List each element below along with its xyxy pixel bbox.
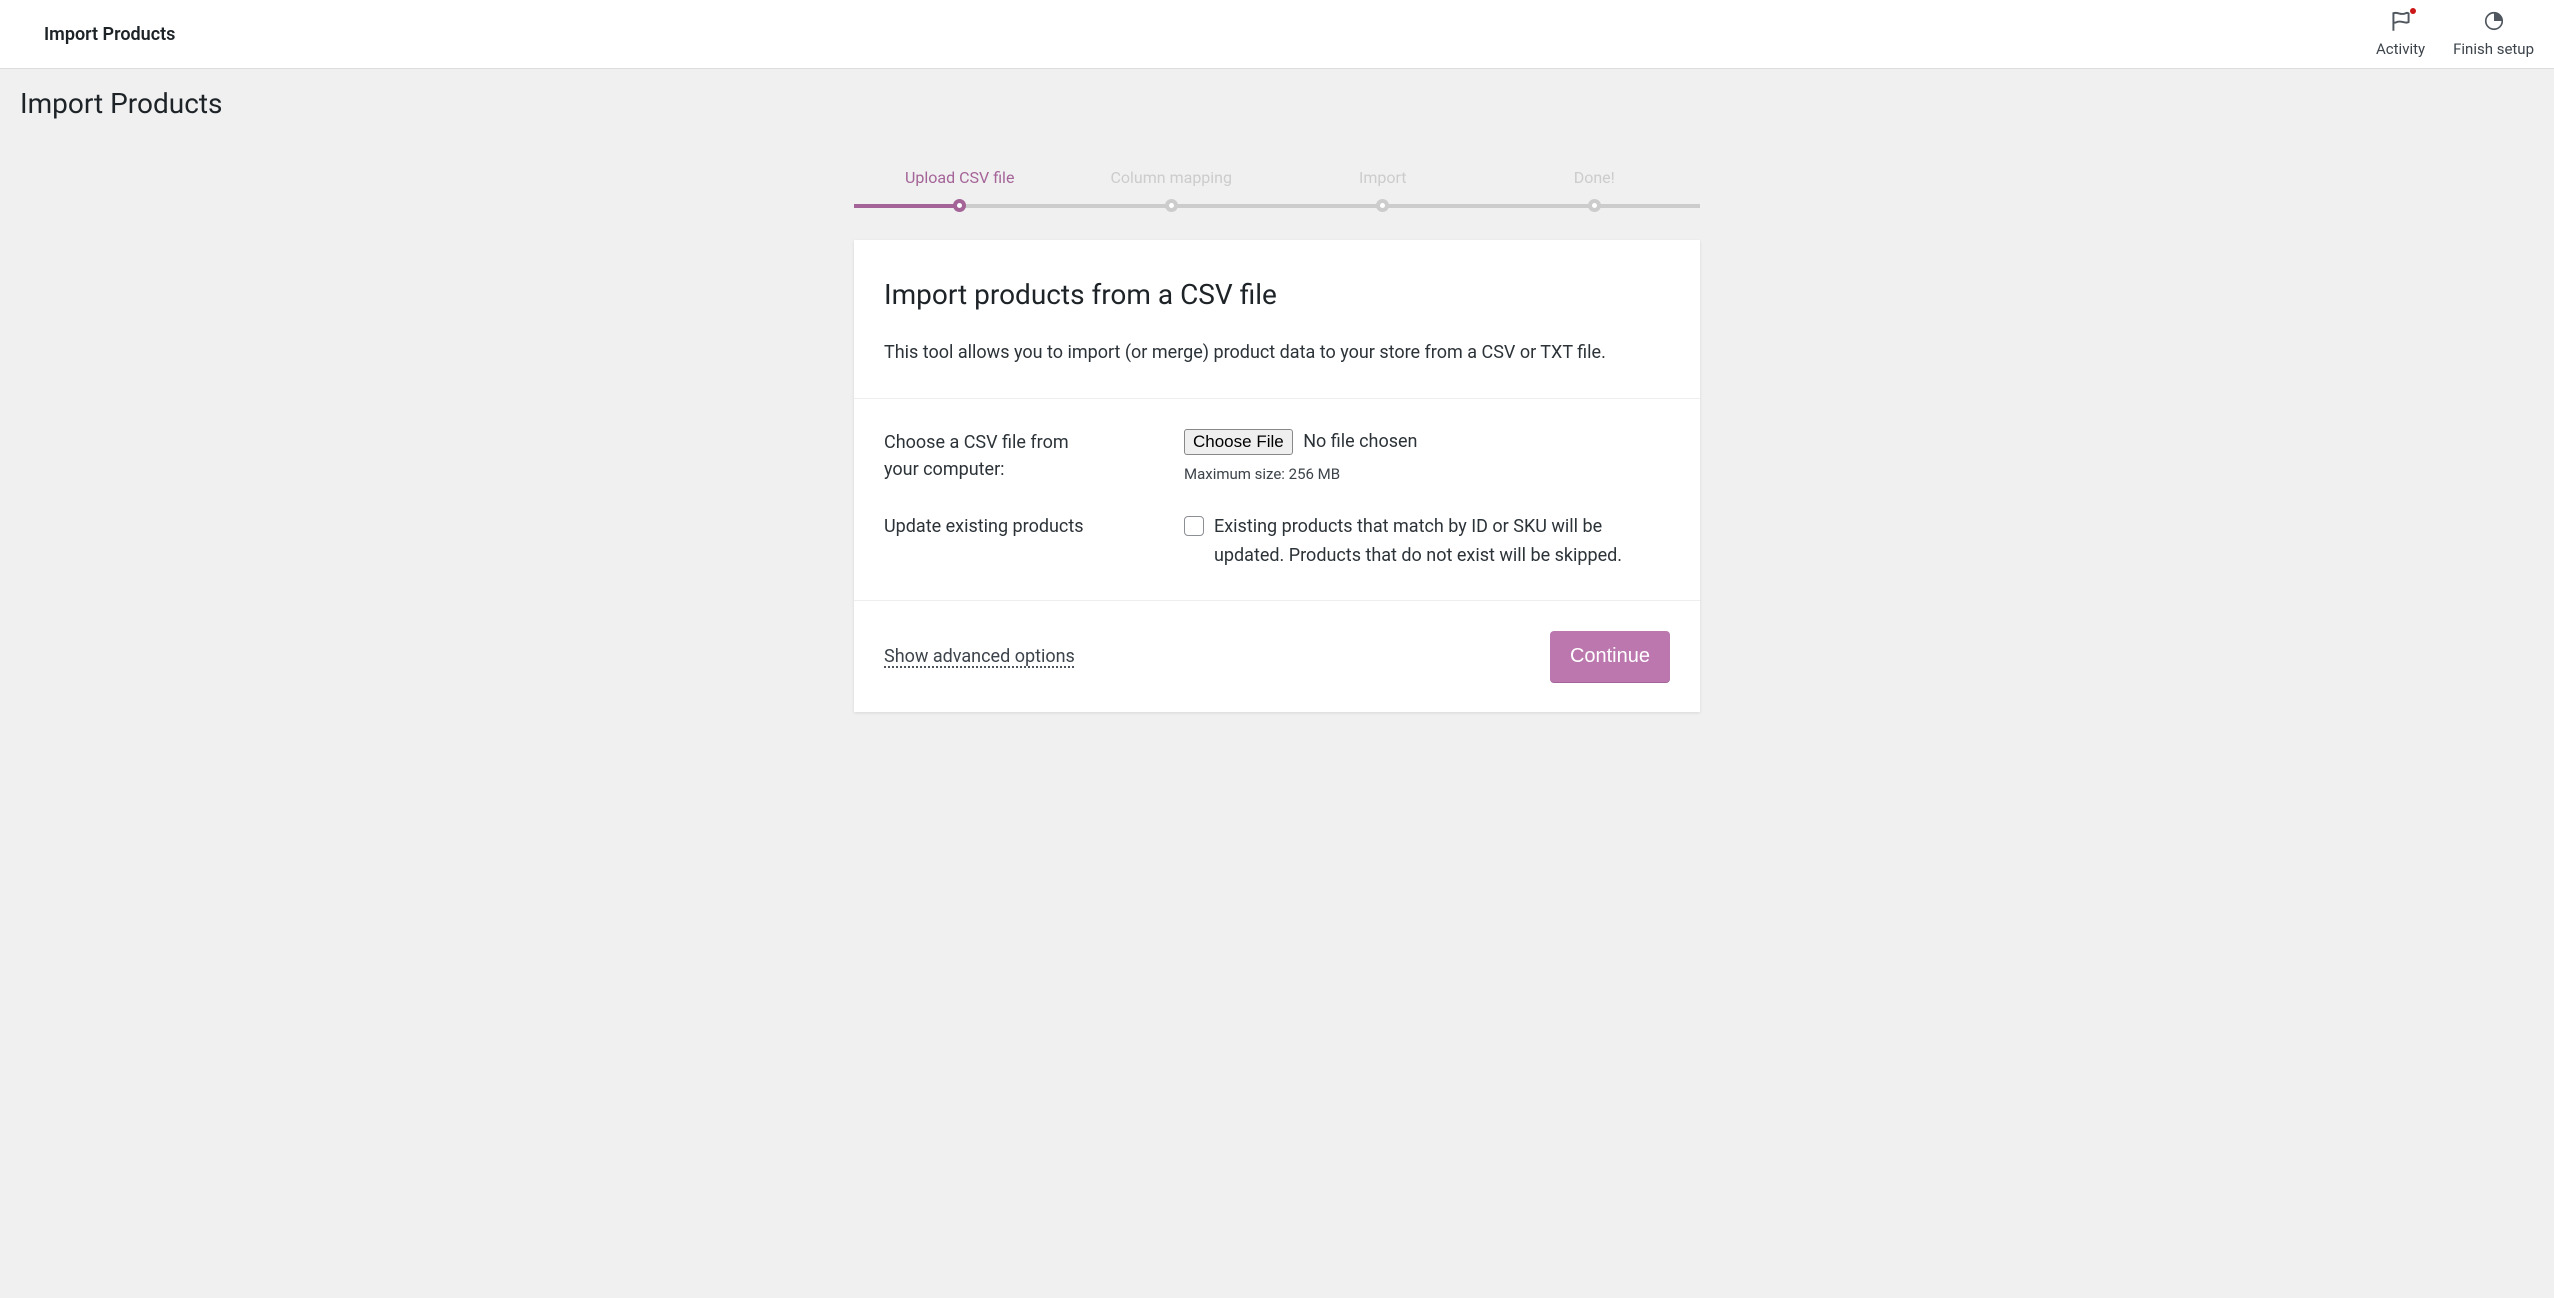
clock-icon — [2481, 10, 2507, 36]
card-footer: Show advanced options Continue — [854, 601, 1700, 712]
step-column-mapping: Column mapping — [1066, 168, 1278, 212]
step-label: Upload CSV file — [905, 168, 1014, 187]
stepper: Upload CSV file Column mapping Import Do… — [854, 168, 1700, 212]
max-size-text: Maximum size: 256 MB — [1184, 465, 1670, 483]
step-label: Done! — [1574, 168, 1615, 187]
step-import: Import — [1277, 168, 1489, 212]
top-bar: Import Products Activity Finish setup — [0, 0, 2554, 69]
top-bar-title: Import Products — [44, 24, 175, 45]
file-control: Choose File No file chosen Maximum size:… — [1184, 429, 1670, 483]
activity-label: Activity — [2376, 40, 2425, 58]
form-section: Choose a CSV file from your computer: Ch… — [854, 399, 1700, 602]
step-dot — [1376, 199, 1389, 212]
update-control: Existing products that match by ID or SK… — [1184, 513, 1670, 571]
card-description: This tool allows you to import (or merge… — [884, 339, 1670, 368]
page-title: Import Products — [0, 69, 2554, 138]
step-done: Done! — [1489, 168, 1701, 212]
choose-file-label: Choose a CSV file from your computer: — [884, 429, 1104, 483]
step-dot — [1588, 199, 1601, 212]
finish-setup-button[interactable]: Finish setup — [2453, 10, 2534, 58]
flag-icon — [2388, 10, 2414, 36]
import-card: Import products from a CSV file This too… — [854, 240, 1700, 712]
step-dot — [1165, 199, 1178, 212]
card-title: Import products from a CSV file — [884, 278, 1670, 311]
choose-file-button[interactable]: Choose File — [1184, 429, 1293, 455]
top-bar-actions: Activity Finish setup — [2376, 10, 2534, 58]
update-existing-description: Existing products that match by ID or SK… — [1214, 513, 1670, 571]
file-row: Choose a CSV file from your computer: Ch… — [884, 429, 1670, 483]
step-label: Column mapping — [1111, 168, 1233, 187]
update-existing-label: Update existing products — [884, 513, 1104, 540]
continue-button[interactable]: Continue — [1550, 631, 1670, 682]
update-row: Update existing products Existing produc… — [884, 513, 1670, 571]
wizard-container: Upload CSV file Column mapping Import Do… — [854, 168, 1700, 712]
step-label: Import — [1359, 168, 1407, 187]
card-header: Import products from a CSV file This too… — [854, 240, 1700, 399]
step-upload: Upload CSV file — [854, 168, 1066, 212]
step-dot — [953, 199, 966, 212]
finish-setup-label: Finish setup — [2453, 40, 2534, 58]
file-status: No file chosen — [1303, 431, 1417, 452]
advanced-options-link[interactable]: Show advanced options — [884, 646, 1075, 667]
file-input[interactable]: Choose File No file chosen — [1184, 429, 1670, 455]
activity-button[interactable]: Activity — [2376, 10, 2425, 58]
update-existing-checkbox[interactable] — [1184, 516, 1204, 536]
